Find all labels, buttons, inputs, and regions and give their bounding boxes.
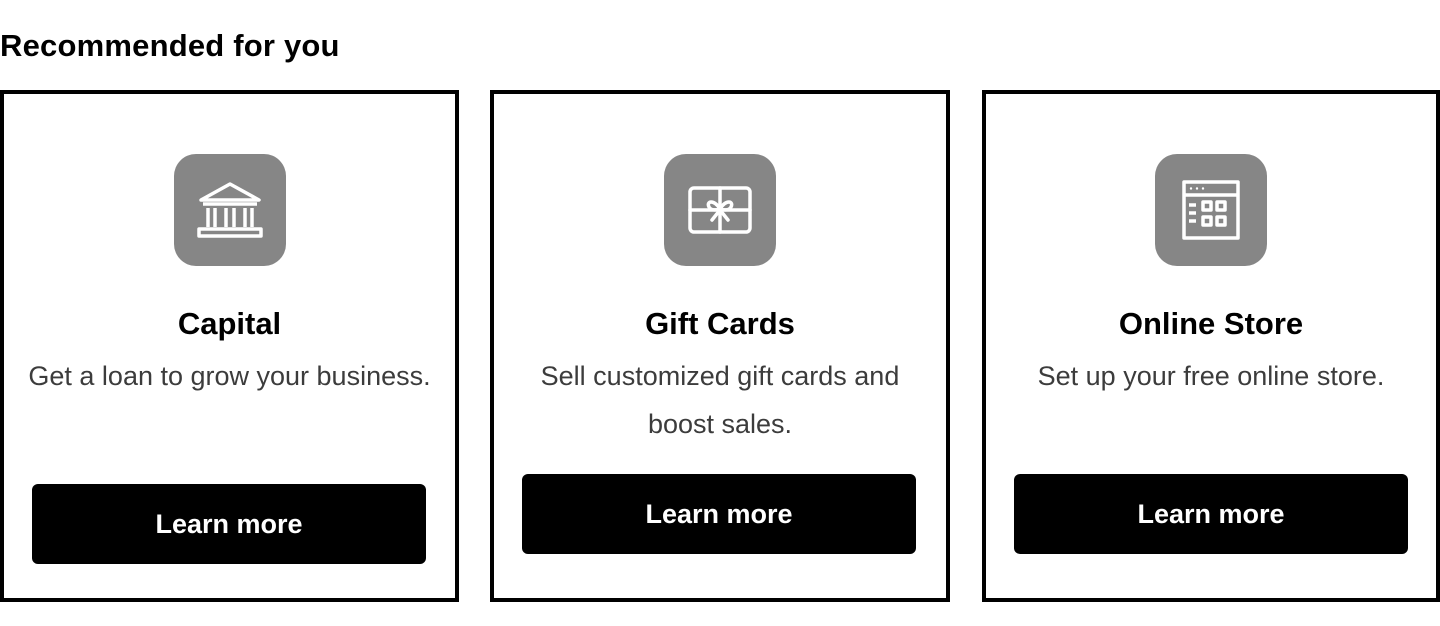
online-store-icon	[1182, 180, 1240, 240]
bank-icon	[196, 182, 263, 238]
learn-more-button-gift-cards[interactable]: Learn more	[522, 474, 916, 554]
card-title: Gift Cards	[645, 306, 795, 341]
learn-more-button-online-store[interactable]: Learn more	[1014, 474, 1408, 554]
card-title: Online Store	[1118, 306, 1304, 341]
card-gift-cards: Gift Cards Sell customized gift cards an…	[490, 90, 950, 602]
card-description: Sell customized gift cards and boost sal…	[540, 361, 900, 439]
gift-card-icon	[688, 186, 752, 234]
capital-icon-tile	[173, 154, 286, 266]
gift-cards-icon-tile	[664, 154, 776, 266]
card-description: Set up your free online store.	[1037, 361, 1385, 391]
section-title: Recommended for you	[0, 28, 340, 63]
card-title: Capital	[177, 306, 282, 341]
card-capital: Capital Get a loan to grow your business…	[0, 90, 459, 602]
card-description: Get a loan to grow your business.	[28, 361, 431, 391]
online-store-icon-tile	[1155, 154, 1267, 266]
learn-more-button-capital[interactable]: Learn more	[32, 484, 426, 564]
card-online-store: Online Store Set up your free online sto…	[982, 90, 1440, 602]
